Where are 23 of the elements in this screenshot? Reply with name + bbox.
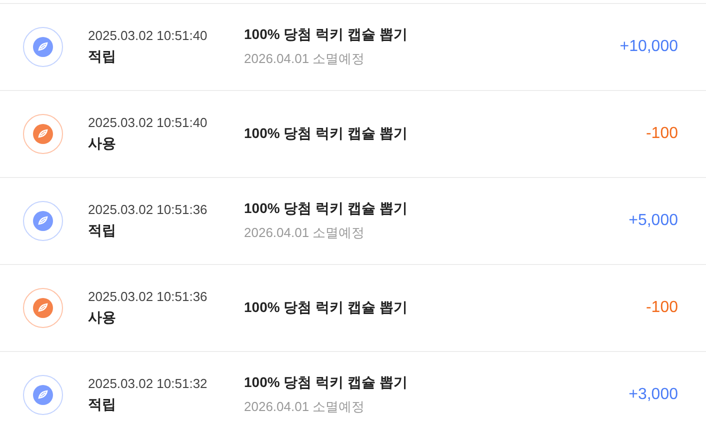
transaction-datetime: 2025.03.02 10:51:36: [88, 202, 208, 217]
expiry-date: 2026.04.01 소멸예정: [244, 224, 366, 242]
point-amount: +10,000: [620, 38, 678, 56]
transaction-type: 사용: [88, 309, 117, 327]
transaction-title: 100% 당첨 럭키 캡슐 뽑기: [244, 299, 408, 317]
expiry-date: 2026.04.01 소멸예정: [244, 398, 366, 416]
transaction-type: 적립: [88, 396, 117, 414]
transaction-type: 사용: [88, 135, 117, 153]
transaction-datetime: 2025.03.02 10:51:40: [88, 115, 208, 130]
transaction-datetime: 2025.03.02 10:51:32: [88, 376, 208, 391]
transaction-type: 적립: [88, 222, 117, 240]
transaction-title: 100% 당첨 럭키 캡슐 뽑기: [244, 125, 408, 143]
point-amount: -100: [646, 125, 678, 143]
transaction-type: 적립: [88, 48, 117, 66]
transaction-title: 100% 당첨 럭키 캡슐 뽑기: [244, 200, 408, 218]
point-amount: +5,000: [628, 212, 678, 230]
transaction-title: 100% 당첨 럭키 캡슐 뽑기: [244, 26, 408, 44]
transaction-datetime: 2025.03.02 10:51:40: [88, 28, 208, 43]
transaction-title: 100% 당첨 럭키 캡슐 뽑기: [244, 374, 408, 392]
transaction-datetime: 2025.03.02 10:51:36: [88, 289, 208, 304]
expiry-date: 2026.04.01 소멸예정: [244, 50, 366, 68]
point-amount: +3,000: [628, 386, 678, 404]
point-amount: -100: [646, 299, 678, 317]
